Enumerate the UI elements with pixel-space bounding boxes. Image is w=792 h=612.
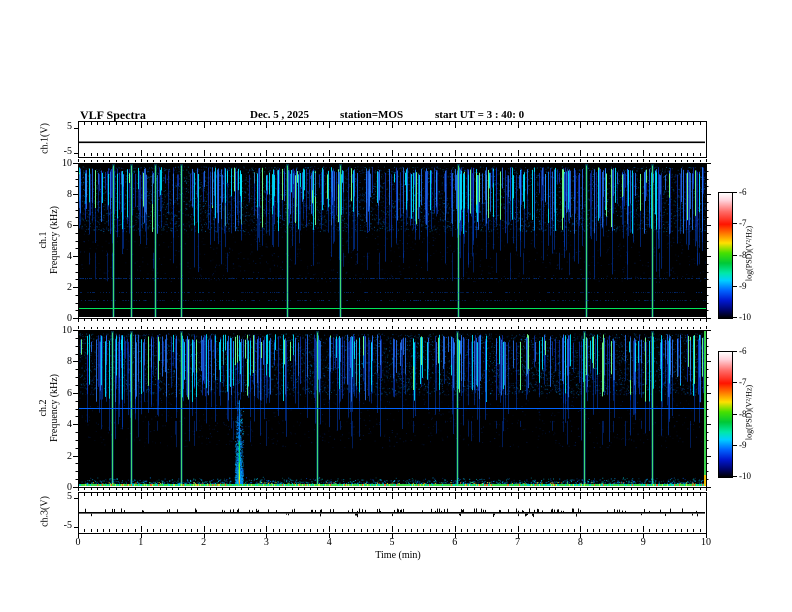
x-tick-label: 2 <box>201 537 207 548</box>
x-axis-label: Time (min) <box>375 550 421 561</box>
colorbar-tick-label: -8 <box>739 249 747 260</box>
x-tick-label: 1 <box>138 537 144 548</box>
ch2-ytick-label: 6 <box>67 387 72 399</box>
colorbar-tick-label: -9 <box>739 280 747 291</box>
colorbar-tick-label: -10 <box>739 471 751 481</box>
x-tick-label: 7 <box>515 537 521 548</box>
colorbar-tick-label: -6 <box>739 187 747 197</box>
colorbar-tick-label: -7 <box>739 377 747 388</box>
ch1-ytick-label: 4 <box>67 251 72 262</box>
colorbar-tick-label: -8 <box>739 408 747 419</box>
axes-frame-ticks-layer <box>0 0 792 612</box>
x-tick-label: 10 <box>701 537 711 548</box>
x-tick-label: 4 <box>326 537 332 548</box>
x-tick-label: 6 <box>452 537 458 548</box>
ch1-ytick-label: 2 <box>67 282 72 293</box>
ch2-ytick-label: 4 <box>67 419 72 431</box>
ch2-ytick-label: 8 <box>67 356 72 368</box>
ch2-ytick-label: 2 <box>67 450 72 462</box>
x-tick-label: 0 <box>75 537 81 548</box>
x-tick-label: 3 <box>263 537 269 548</box>
vlf-spectra-figure: VLF Spectra Dec. 5 , 2025 station=MOS st… <box>0 0 792 612</box>
colorbar-tick-label: -6 <box>739 346 747 356</box>
colorbar-tick-label: -10 <box>739 312 751 322</box>
ch1-ytick-label: 10 <box>62 158 72 169</box>
colorbar-tick-label: -7 <box>739 218 747 229</box>
colorbar-tick-label: -9 <box>739 439 747 450</box>
x-tick-label: 9 <box>640 537 646 548</box>
x-tick-label: 8 <box>577 537 583 548</box>
ch1-ytick-label: 8 <box>67 189 72 200</box>
ch1-ytick-label: 6 <box>67 220 72 231</box>
x-tick-label: 5 <box>389 537 395 548</box>
ch2-ytick-label: 10 <box>62 325 72 336</box>
ch1-ytick-label: 0 <box>67 313 72 324</box>
ch2-ytick-label: 0 <box>67 482 72 493</box>
